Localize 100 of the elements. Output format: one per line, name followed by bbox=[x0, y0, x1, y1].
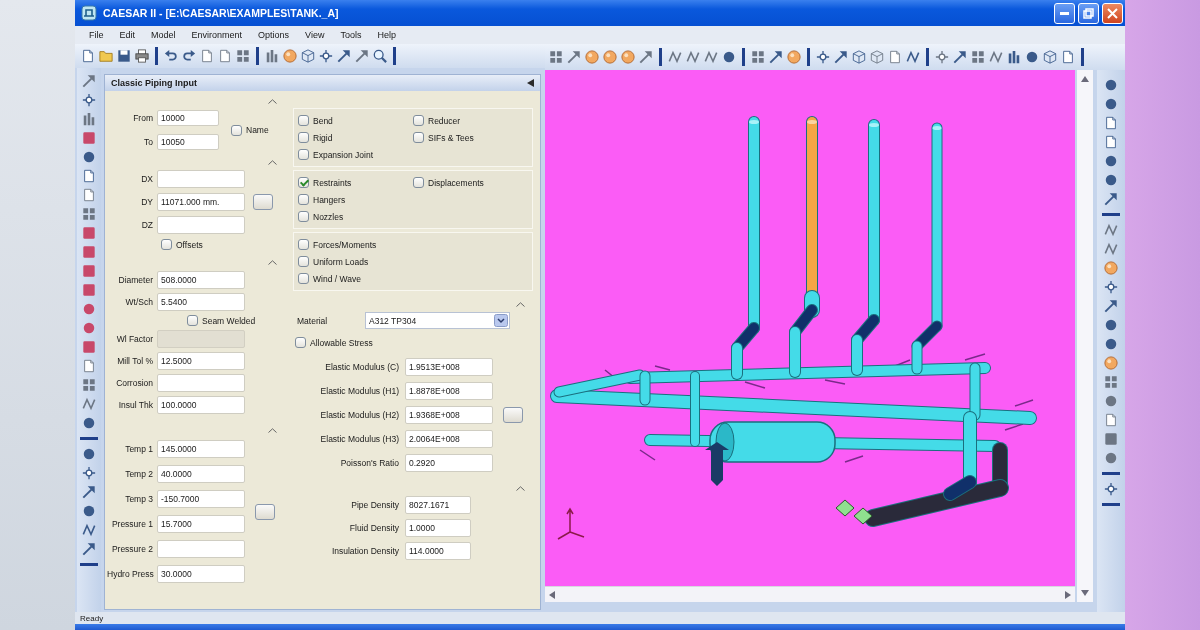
document-icon[interactable] bbox=[218, 49, 232, 63]
sphere-icon[interactable] bbox=[1104, 261, 1118, 275]
chevron-icon[interactable] bbox=[268, 98, 277, 104]
dot-icon[interactable] bbox=[1104, 97, 1118, 111]
minimize-button[interactable] bbox=[1054, 2, 1075, 24]
square-icon[interactable] bbox=[82, 283, 96, 297]
chevron-icon[interactable] bbox=[516, 485, 525, 491]
crosshair-icon[interactable] bbox=[1104, 280, 1118, 294]
zigzag-icon[interactable] bbox=[1104, 242, 1118, 256]
zigzag-icon[interactable] bbox=[82, 523, 96, 537]
input-field[interactable]: 2.0064E+008 bbox=[405, 430, 493, 448]
square-icon[interactable] bbox=[1104, 432, 1118, 446]
checkbox[interactable] bbox=[413, 132, 424, 143]
sphere-icon[interactable] bbox=[621, 50, 635, 64]
arrow-icon[interactable] bbox=[337, 49, 351, 63]
checkbox[interactable] bbox=[413, 115, 424, 126]
sphere-icon[interactable] bbox=[787, 50, 801, 64]
checkbox[interactable] bbox=[298, 115, 309, 126]
checkbox[interactable] bbox=[187, 315, 198, 326]
sphere-icon[interactable] bbox=[283, 49, 297, 63]
cube-icon[interactable] bbox=[852, 50, 866, 64]
input-field[interactable]: 5.5400 bbox=[157, 293, 245, 311]
blank-button[interactable] bbox=[253, 194, 273, 210]
zigzag-icon[interactable] bbox=[686, 50, 700, 64]
input-field[interactable] bbox=[157, 374, 245, 392]
arrow-icon[interactable] bbox=[834, 50, 848, 64]
dot-icon[interactable] bbox=[82, 321, 96, 335]
square-icon[interactable] bbox=[82, 226, 96, 240]
menu-item[interactable]: Model bbox=[151, 30, 176, 40]
checkbox[interactable] bbox=[413, 177, 424, 188]
menu-item[interactable]: View bbox=[305, 30, 325, 40]
arrow-icon[interactable] bbox=[82, 542, 96, 556]
input-field[interactable]: 8027.1671 bbox=[405, 496, 471, 514]
dot-icon[interactable] bbox=[82, 302, 96, 316]
arrow-icon[interactable] bbox=[567, 50, 581, 64]
input-field[interactable]: 40.0000 bbox=[157, 465, 245, 483]
dot-icon[interactable] bbox=[82, 416, 96, 430]
grid-icon[interactable] bbox=[971, 50, 985, 64]
square-icon[interactable] bbox=[82, 340, 96, 354]
arrow-icon[interactable] bbox=[639, 50, 653, 64]
checkbox[interactable] bbox=[231, 124, 242, 136]
left-arrow-icon[interactable] bbox=[527, 79, 534, 87]
arrow-icon[interactable] bbox=[82, 485, 96, 499]
arrow-icon[interactable] bbox=[82, 74, 96, 88]
sphere-icon[interactable] bbox=[603, 50, 617, 64]
menu-item[interactable]: File bbox=[89, 30, 104, 40]
crosshair-icon[interactable] bbox=[82, 93, 96, 107]
input-field[interactable] bbox=[157, 170, 245, 188]
dot-icon[interactable] bbox=[1104, 78, 1118, 92]
dot-icon[interactable] bbox=[1104, 318, 1118, 332]
arrow-icon[interactable] bbox=[1104, 299, 1118, 313]
sphere-icon[interactable] bbox=[585, 50, 599, 64]
grid-icon[interactable] bbox=[549, 50, 563, 64]
arrow-icon[interactable] bbox=[953, 50, 967, 64]
zigzag-icon[interactable] bbox=[989, 50, 1003, 64]
crosshair-icon[interactable] bbox=[935, 50, 949, 64]
grid-icon[interactable] bbox=[751, 50, 765, 64]
input-field[interactable]: 0.2920 bbox=[405, 454, 493, 472]
scroll-down-icon[interactable] bbox=[1081, 590, 1089, 596]
model-viewport[interactable] bbox=[545, 70, 1075, 586]
arrow-icon[interactable] bbox=[1104, 192, 1118, 206]
grid-icon[interactable] bbox=[1104, 375, 1118, 389]
input-field[interactable]: 145.0000 bbox=[157, 440, 245, 458]
document-icon[interactable] bbox=[1104, 135, 1118, 149]
input-field[interactable]: -150.7000 bbox=[157, 490, 245, 508]
square-icon[interactable] bbox=[82, 131, 96, 145]
document-icon[interactable] bbox=[82, 359, 96, 373]
dot-icon[interactable] bbox=[1104, 154, 1118, 168]
document-icon[interactable] bbox=[82, 169, 96, 183]
document-icon[interactable] bbox=[888, 50, 902, 64]
menu-item[interactable]: Edit bbox=[119, 30, 136, 40]
document-icon[interactable] bbox=[1061, 50, 1075, 64]
input-field[interactable]: 10000 bbox=[157, 110, 219, 126]
material-dropdown[interactable]: A312 TP304 bbox=[365, 312, 510, 329]
scroll-right-icon[interactable] bbox=[1065, 590, 1071, 599]
input-field[interactable]: 1.8878E+008 bbox=[405, 382, 493, 400]
menu-item[interactable]: Tools bbox=[340, 30, 362, 40]
dot-icon[interactable] bbox=[82, 447, 96, 461]
input-field[interactable] bbox=[157, 216, 245, 234]
bar-chart-icon[interactable] bbox=[82, 112, 96, 126]
checkbox[interactable] bbox=[298, 177, 309, 188]
dot-icon[interactable] bbox=[1025, 50, 1039, 64]
zigzag-icon[interactable] bbox=[82, 397, 96, 411]
input-field[interactable]: 11071.000 mm. bbox=[157, 193, 245, 211]
checkbox[interactable] bbox=[298, 149, 309, 160]
dot-icon[interactable] bbox=[1104, 173, 1118, 187]
checkbox[interactable] bbox=[298, 239, 309, 250]
input-field[interactable]: 508.0000 bbox=[157, 271, 245, 289]
vertical-scrollbar[interactable] bbox=[1077, 70, 1093, 602]
checkbox[interactable] bbox=[298, 273, 309, 284]
scroll-up-icon[interactable] bbox=[1081, 76, 1089, 82]
checkbox[interactable] bbox=[295, 337, 306, 348]
zoom-icon[interactable] bbox=[373, 49, 387, 63]
checkbox[interactable] bbox=[161, 239, 172, 250]
chevron-icon[interactable] bbox=[268, 159, 277, 165]
menu-item[interactable]: Options bbox=[258, 30, 290, 40]
printer-icon[interactable] bbox=[135, 49, 149, 63]
cube-icon[interactable] bbox=[301, 49, 315, 63]
dot-icon[interactable] bbox=[1104, 337, 1118, 351]
document-icon[interactable] bbox=[81, 49, 95, 63]
